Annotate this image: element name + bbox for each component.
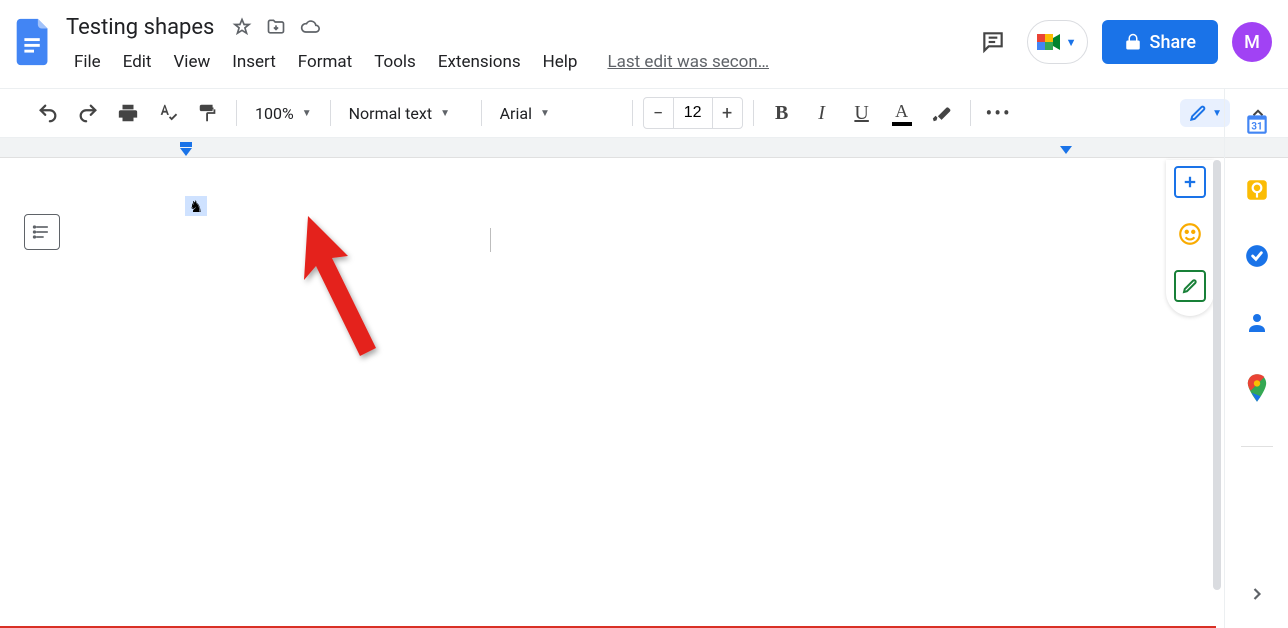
print-icon[interactable] (110, 95, 146, 131)
suggest-edits-icon[interactable] (1174, 270, 1206, 302)
share-label: Share (1150, 32, 1196, 53)
meet-button[interactable]: ▼ (1027, 20, 1088, 64)
italic-icon[interactable]: I (804, 95, 840, 131)
editing-mode-button[interactable]: ▼ (1180, 99, 1230, 127)
undo-icon[interactable] (30, 95, 66, 131)
zoom-select[interactable]: 100%▼ (247, 95, 320, 131)
star-icon[interactable] (232, 17, 252, 37)
toolbar: 100%▼ Normal text▼ Arial▼ − + B I U A ••… (0, 88, 1288, 138)
spellcheck-icon[interactable] (150, 95, 186, 131)
last-edit-link[interactable]: Last edit was secon… (607, 52, 769, 72)
zoom-value: 100% (255, 104, 294, 123)
inline-actions-panel (1166, 160, 1214, 316)
paragraph-style-select[interactable]: Normal text▼ (341, 95, 471, 131)
menu-help[interactable]: Help (533, 48, 588, 76)
selected-special-character[interactable]: ♞ (185, 196, 207, 216)
text-cursor (490, 228, 491, 252)
account-avatar[interactable]: M (1232, 22, 1272, 62)
more-icon[interactable]: ••• (981, 95, 1017, 131)
menu-file[interactable]: File (64, 48, 111, 76)
underline-icon[interactable]: U (844, 95, 880, 131)
redo-icon[interactable] (70, 95, 106, 131)
highlight-icon[interactable] (924, 95, 960, 131)
fontsize-minus[interactable]: − (644, 98, 674, 128)
style-value: Normal text (349, 104, 432, 123)
document-area: ♞ (0, 158, 1216, 628)
menu-format[interactable]: Format (288, 48, 362, 76)
side-panel: 31 (1224, 88, 1288, 628)
contacts-addon-icon[interactable] (1243, 308, 1271, 336)
header: Testing shapes File Edit View Insert For… (0, 0, 1288, 88)
tasks-addon-icon[interactable] (1243, 242, 1271, 270)
annotation-arrow (260, 208, 400, 388)
open-comments-icon[interactable] (973, 22, 1013, 62)
scroll-thumb[interactable] (1213, 160, 1221, 590)
page-canvas[interactable]: ♞ (80, 158, 1216, 628)
add-comment-icon[interactable] (1174, 166, 1206, 198)
paint-format-icon[interactable] (190, 95, 226, 131)
doc-title[interactable]: Testing shapes (60, 13, 220, 42)
share-button[interactable]: Share (1102, 20, 1218, 64)
font-size-group: − + (643, 97, 743, 129)
svg-text:31: 31 (1251, 121, 1262, 132)
horizontal-ruler[interactable] (0, 138, 1288, 158)
emoji-reaction-icon[interactable] (1174, 218, 1206, 250)
hide-sidepanel-icon[interactable] (1243, 580, 1271, 608)
menu-insert[interactable]: Insert (222, 48, 286, 76)
keep-addon-icon[interactable] (1243, 176, 1271, 204)
left-indent-marker[interactable] (180, 142, 192, 156)
move-icon[interactable] (266, 17, 286, 37)
font-value: Arial (500, 104, 532, 123)
menu-bar: File Edit View Insert Format Tools Exten… (60, 46, 973, 78)
text-color-icon[interactable]: A (884, 95, 920, 131)
menu-view[interactable]: View (163, 48, 220, 76)
font-select[interactable]: Arial▼ (492, 95, 622, 131)
menu-extensions[interactable]: Extensions (428, 48, 531, 76)
calendar-addon-icon[interactable]: 31 (1243, 110, 1271, 138)
fontsize-plus[interactable]: + (712, 98, 742, 128)
vertical-scrollbar[interactable] (1210, 160, 1224, 622)
docs-logo[interactable] (8, 8, 60, 76)
show-outline-button[interactable] (24, 214, 60, 250)
cloud-status-icon[interactable] (300, 17, 320, 37)
font-size-input[interactable] (674, 103, 712, 123)
menu-tools[interactable]: Tools (364, 48, 426, 76)
right-indent-marker[interactable] (1060, 146, 1072, 154)
maps-addon-icon[interactable] (1243, 374, 1271, 402)
chess-knight-icon: ♞ (189, 197, 203, 216)
sidepanel-divider (1241, 446, 1273, 447)
menu-edit[interactable]: Edit (113, 48, 162, 76)
bold-icon[interactable]: B (764, 95, 800, 131)
